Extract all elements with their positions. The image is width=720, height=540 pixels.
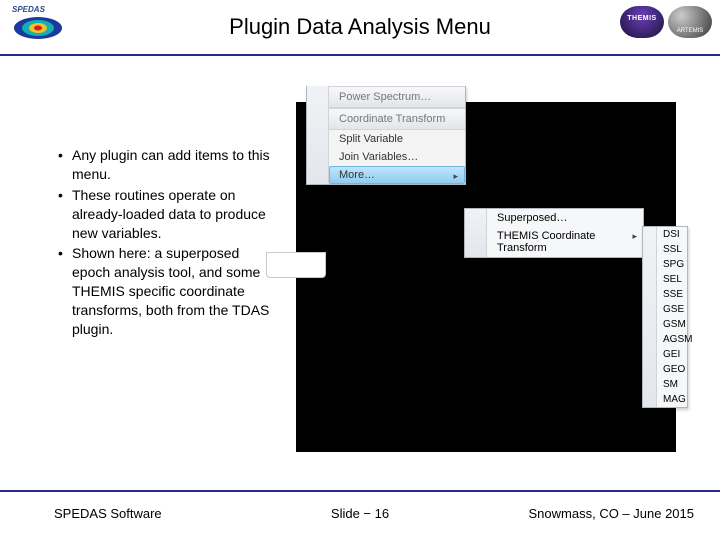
bullet-item: Shown here: a superposed epoch analysis … [58,244,278,338]
coord-option[interactable]: SSE [657,287,687,302]
menu-item-superposed[interactable]: Superposed… [487,209,643,227]
bullet-item: Any plugin can add items to this menu. [58,146,278,184]
menu-item-more[interactable]: More… ▸ [329,166,465,184]
svg-text:SPEDAS: SPEDAS [12,5,46,14]
menu-group-coord-transform[interactable]: Coordinate Transform [329,108,465,130]
analysis-context-menu: Power Spectrum… Coordinate Transform Spl… [306,86,466,185]
bullet-list: Any plugin can add items to this menu. T… [58,146,278,341]
menu-group-power-spectrum[interactable]: Power Spectrum… [329,86,465,108]
slide-header: SPEDAS Plugin Data Analysis Menu [0,0,720,56]
artemis-badge-icon [668,6,712,38]
coord-option[interactable]: MAG [657,392,687,407]
footer-right: Snowmass, CO – June 2015 [529,506,694,521]
coord-system-submenu: DSI SSL SPG SEL SSE GSE GSM AGSM GEI GEO… [642,226,688,408]
chevron-right-icon: ▸ [632,231,637,242]
slide: SPEDAS Plugin Data Analysis Menu Any plu… [0,0,720,540]
coord-option[interactable]: GEO [657,362,687,377]
coord-option[interactable]: GSM [657,317,687,332]
mission-badges [620,6,712,38]
slide-body: Any plugin can add items to this menu. T… [0,56,720,480]
coord-option[interactable]: SEL [657,272,687,287]
coord-option[interactable]: SM [657,377,687,392]
coord-option[interactable]: AGSM [657,332,687,347]
coord-option[interactable]: SSL [657,242,687,257]
more-submenu: Superposed… THEMIS Coordinate Transform … [464,208,644,258]
menu-item-label: THEMIS Coordinate Transform [497,230,595,254]
coord-option[interactable]: GEI [657,347,687,362]
menu-item-themis-coord-transform[interactable]: THEMIS Coordinate Transform ▸ [487,227,643,257]
coord-option[interactable]: SPG [657,257,687,272]
window-tab-bg [266,252,326,278]
bullet-item: These routines operate on already-loaded… [58,186,278,243]
chevron-right-icon: ▸ [453,171,458,182]
page-title: Plugin Data Analysis Menu [0,14,720,40]
menu-item-join-variables[interactable]: Join Variables… [329,148,465,166]
slide-footer: SPEDAS Software Slide − 16 Snowmass, CO … [0,490,720,540]
coord-option[interactable]: GSE [657,302,687,317]
themis-badge-icon [620,6,664,38]
app-screenshot: Power Spectrum… Coordinate Transform Spl… [296,102,676,452]
menu-item-split-variable[interactable]: Split Variable [329,130,465,148]
menu-item-label: More… [339,169,375,181]
coord-option[interactable]: DSI [657,227,687,242]
